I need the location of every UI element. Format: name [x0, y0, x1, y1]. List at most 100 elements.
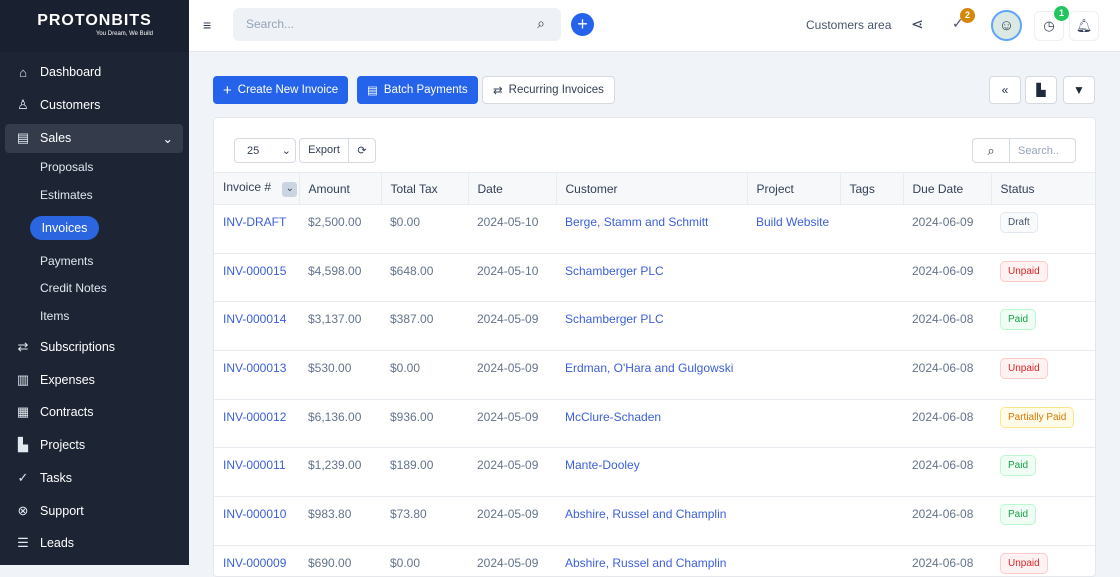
customers-area-link[interactable]: Customers area	[806, 18, 891, 32]
table-row[interactable]: INV-000010 $983.80 $73.80 2024-05-09 Abshire…	[214, 496, 1095, 546]
cell-project[interactable]	[747, 447, 840, 498]
top-header: ≡ Search... ⌕ + Customers area ⋖ ✓ 2 ☺ ◷ …	[189, 0, 1120, 52]
column-header-label: Project	[756, 181, 794, 196]
cell-amount: $1,239.00	[299, 447, 381, 498]
cell-invoice[interactable]: INV-000010	[214, 496, 299, 546]
cell-customer[interactable]: Abshire, Russel and Champlin	[556, 545, 747, 576]
file-icon: ▥	[16, 372, 30, 387]
cell-customer[interactable]: Erdman, O'Hara and Gulgowski	[556, 350, 747, 400]
page-size-value: 25	[247, 144, 260, 157]
sidebar-item-contracts[interactable]: ▦ Contracts	[0, 397, 189, 427]
column-header[interactable]: Total Tax	[381, 172, 469, 205]
sidebar-item-payments[interactable]: Payments	[40, 254, 93, 268]
column-header[interactable]: Tags	[840, 172, 904, 205]
cell-due: 2024-06-08	[903, 496, 991, 546]
cell-project[interactable]: Build Website	[747, 204, 840, 254]
cell-project[interactable]	[747, 350, 840, 400]
sidebar-item-estimates[interactable]: Estimates	[40, 188, 93, 202]
collapse-icon[interactable]: «	[989, 76, 1021, 104]
export-button[interactable]: Export	[300, 139, 349, 162]
quick-add-button[interactable]: +	[571, 13, 594, 36]
sidebar-item-label: Projects	[40, 438, 86, 452]
sidebar-item-expenses[interactable]: ▥ Expenses	[0, 365, 189, 395]
notifications-button[interactable]: 🔔︎	[1069, 11, 1099, 41]
cell-invoice[interactable]: INV-000012	[214, 399, 299, 449]
chart-icon: ▙	[18, 437, 28, 452]
sidebar-item-customers[interactable]: ♙ Customers	[0, 90, 189, 120]
table-row[interactable]: INV-000013 $530.00 $0.00 2024-05-09 Erdman, …	[214, 350, 1095, 400]
create-invoice-button[interactable]: + Create New Invoice	[213, 76, 349, 104]
cell-amount: $4,598.00	[299, 253, 381, 303]
cell-date: 2024-05-09	[468, 350, 556, 400]
menu-toggle-icon[interactable]: ≡	[203, 17, 211, 33]
cell-amount: $983.80	[299, 496, 381, 546]
sidebar-item-credit-notes[interactable]: Credit Notes	[40, 281, 107, 295]
column-header[interactable]: Customer	[556, 172, 748, 205]
column-header[interactable]: Invoice # ⌄	[214, 172, 300, 205]
column-header[interactable]: Amount	[299, 172, 382, 205]
cell-customer[interactable]: Mante-Dooley	[556, 447, 747, 498]
cell-project[interactable]	[747, 253, 840, 303]
table-row[interactable]: INV-000015 $4,598.00 $648.00 2024-05-10 Scha…	[214, 253, 1095, 303]
cell-status: Unpaid	[991, 545, 1095, 576]
recurring-invoices-button[interactable]: ⇄ Recurring Invoices	[482, 76, 615, 104]
brand-name: PROTONBITS	[37, 12, 152, 29]
share-icon[interactable]: ⋖	[911, 15, 924, 33]
sidebar-item-dashboard[interactable]: ⌂ Dashboard	[0, 57, 189, 87]
sidebar-item-tasks[interactable]: ✓ Tasks	[0, 463, 189, 493]
cell-customer[interactable]: Berge, Stamm and Schmitt	[556, 204, 747, 254]
cell-date: 2024-05-09	[468, 545, 556, 576]
search-input[interactable]: Search... ⌕	[233, 8, 561, 41]
stats-chart-icon[interactable]: ▙	[1025, 76, 1057, 104]
search-placeholder: Search...	[246, 17, 295, 31]
sidebar-item-leads[interactable]: ☰ Leads	[0, 528, 189, 558]
cell-customer[interactable]: Abshire, Russel and Champlin	[556, 496, 747, 546]
cell-project[interactable]	[747, 301, 840, 352]
sidebar-item-support[interactable]: ⊗ Support	[0, 496, 189, 526]
sidebar-item-items[interactable]: Items	[40, 309, 69, 323]
sidebar-item-label: Dashboard	[40, 65, 102, 79]
sidebar-item-invoices[interactable]: Invoices	[30, 216, 99, 240]
cell-invoice[interactable]: INV-000013	[214, 350, 299, 400]
table-search[interactable]: ⌕ Search..	[972, 138, 1076, 163]
cell-project[interactable]	[747, 496, 840, 546]
cell-project[interactable]	[747, 545, 840, 576]
cell-tax: $189.00	[381, 447, 468, 498]
cell-customer[interactable]: McClure-Schaden	[556, 399, 747, 449]
avatar[interactable]: ☺	[991, 10, 1022, 41]
status-badge: Paid	[1000, 309, 1037, 331]
cell-invoice[interactable]: INV-000009	[214, 545, 299, 576]
table-row[interactable]: INV-000009 $690.00 $0.00 2024-05-09 Abshire,…	[214, 545, 1095, 576]
sidebar-item-sales[interactable]: ▤ Sales ⌄	[0, 123, 189, 153]
logo[interactable]: PROTONBITS You Dream, We Build	[0, 0, 189, 52]
batch-payments-button[interactable]: ▤ Batch Payments	[357, 76, 478, 104]
table-row[interactable]: INV-000014 $3,137.00 $387.00 2024-05-09 Scha…	[214, 301, 1095, 352]
sidebar-item-subscriptions[interactable]: ⇄ Subscriptions	[0, 332, 189, 362]
column-header[interactable]: Status	[991, 172, 1095, 205]
filter-icon[interactable]: ▼	[1063, 76, 1095, 104]
cell-customer[interactable]: Schamberger PLC	[556, 301, 747, 352]
column-header[interactable]: Due Date	[903, 172, 992, 205]
sidebar-item-proposals[interactable]: Proposals	[40, 160, 93, 174]
search-icon[interactable]: ⌕	[537, 15, 545, 32]
cell-invoice[interactable]: INV-DRAFT	[214, 204, 299, 254]
table-row[interactable]: INV-000011 $1,239.00 $189.00 2024-05-09 Mant…	[214, 447, 1095, 498]
chevron-down-icon[interactable]: ⌄	[282, 182, 298, 197]
cell-invoice[interactable]: INV-000011	[214, 447, 299, 498]
sidebar-item-projects[interactable]: ▙ Projects	[0, 430, 189, 460]
refresh-icon[interactable]: ⟳	[349, 144, 375, 157]
column-header[interactable]: Date	[468, 172, 557, 205]
page-size-select[interactable]: 25 ⌄	[234, 138, 296, 163]
cell-invoice[interactable]: INV-000015	[214, 253, 299, 303]
cell-due: 2024-06-08	[903, 545, 991, 576]
cell-project[interactable]	[747, 399, 840, 449]
column-header[interactable]: Project	[747, 172, 841, 205]
chevron-down-icon: ⌄	[281, 145, 291, 157]
cell-customer[interactable]: Schamberger PLC	[556, 253, 747, 303]
table-row[interactable]: INV-DRAFT $2,500.00 $0.00 2024-05-10 Berge, …	[214, 204, 1095, 254]
timer-badge: 1	[1054, 6, 1069, 21]
cell-amount: $530.00	[299, 350, 381, 400]
cell-invoice[interactable]: INV-000014	[214, 301, 299, 352]
cell-tax: $0.00	[381, 350, 468, 400]
table-row[interactable]: INV-000012 $6,136.00 $936.00 2024-05-09 McCl…	[214, 399, 1095, 449]
